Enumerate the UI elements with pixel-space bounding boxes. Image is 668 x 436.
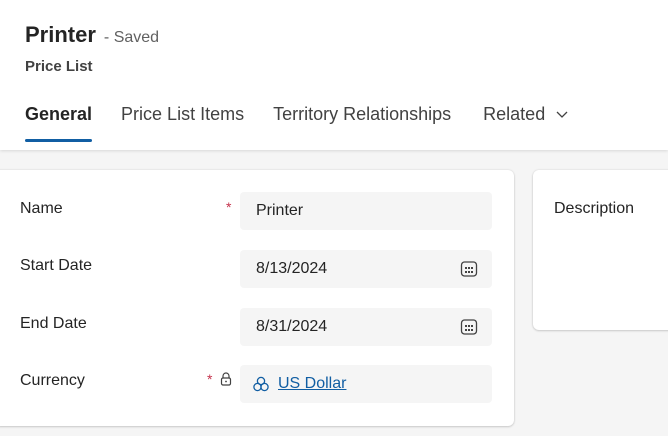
start-date-value: 8/13/2024 [256,260,328,277]
name-field[interactable]: Printer [240,192,492,230]
description-label: Description [554,200,635,217]
calendar-icon[interactable] [460,260,478,278]
tab-general[interactable]: General [25,104,93,142]
title-row: Printer - Saved [25,22,159,48]
entity-name: Price List [25,58,93,75]
tab-price-list-items[interactable]: Price List Items [121,104,244,125]
name-value: Printer [256,202,304,219]
chevron-down-icon [556,111,568,118]
save-status: - Saved [103,29,160,46]
name-label: Name [20,200,63,217]
record-title: Printer [25,22,96,47]
lock-icon [220,372,232,386]
calendar-icon[interactable] [460,318,478,336]
required-indicator: * [226,199,232,215]
description-card [533,170,668,330]
currency-coins-icon [253,376,269,392]
currency-label: Currency [20,372,85,389]
required-indicator: * [207,371,213,387]
currency-lookup-link[interactable]: US Dollar [278,375,346,393]
end-date-value: 8/31/2024 [256,318,328,335]
tab-related-label: Related [483,103,546,124]
end-date-label: End Date [20,315,87,332]
currency-field[interactable]: US Dollar [240,365,492,403]
record-header: Printer - Saved Price List General Price… [0,0,668,150]
start-date-field[interactable]: 8/13/2024 [240,250,492,288]
tab-list: General Price List Items Territory Relat… [25,102,598,142]
start-date-label: Start Date [20,257,93,274]
end-date-field[interactable]: 8/31/2024 [240,308,492,346]
tab-related[interactable]: Related [483,104,569,125]
tab-territory-relationships[interactable]: Territory Relationships [273,104,451,125]
